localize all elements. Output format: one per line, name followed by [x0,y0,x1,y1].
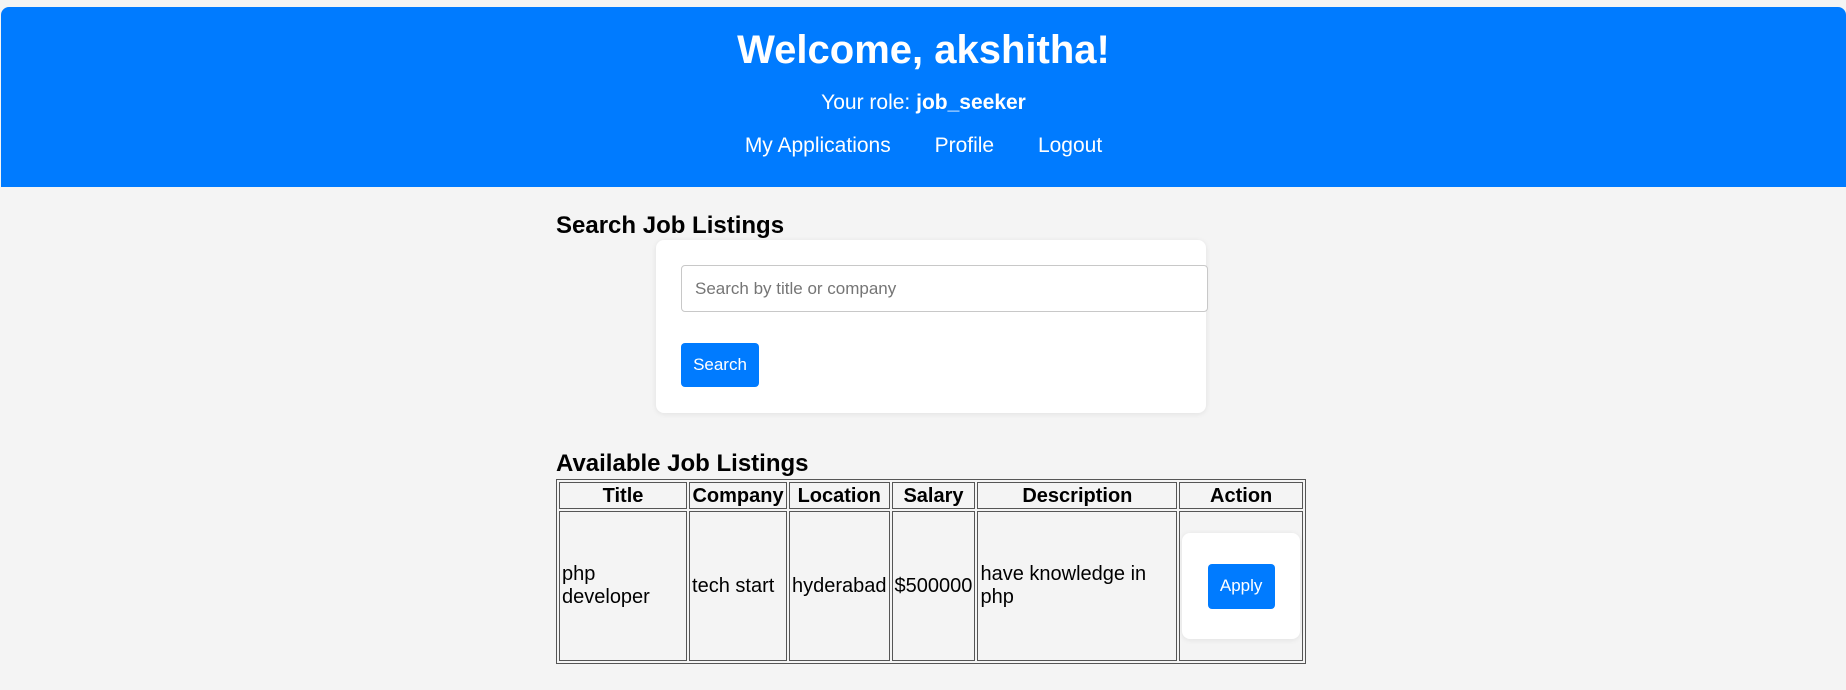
column-header-salary: Salary [891,482,976,509]
main-nav: My Applications Profile Logout [1,133,1846,159]
search-button[interactable]: Search [681,343,759,387]
cell-salary: $500000 [891,511,976,661]
cell-title: php developer [559,511,688,661]
cell-company: tech start [689,511,787,661]
cell-description: have knowledge in php [977,511,1178,661]
nav-logout[interactable]: Logout [1038,134,1102,157]
column-header-description: Description [977,482,1178,509]
page: Welcome, akshitha! Your role: job_seeker… [0,0,1846,690]
cell-action: Apply [1179,511,1303,661]
user-role: Your role: job_seeker [1,90,1846,116]
column-header-company: Company [689,482,787,509]
apply-button[interactable]: Apply [1207,563,1275,609]
nav-profile[interactable]: Profile [935,134,995,157]
role-label: Your role: [821,91,911,114]
column-header-title: Title [559,482,688,509]
column-header-action: Action [1179,482,1303,509]
nav-my-applications[interactable]: My Applications [745,134,891,157]
apply-form: Apply [1182,533,1301,639]
welcome-header: Welcome, akshitha! Your role: job_seeker… [1,7,1846,187]
cell-location: hyderabad [788,511,890,661]
search-form: Search [656,240,1208,413]
column-header-location: Location [788,482,890,509]
role-value: job_seeker [916,91,1026,114]
table-row: php developer tech start hyderabad $5000… [559,511,1303,661]
listings-heading: Available Job Listings [556,450,809,477]
search-input[interactable] [681,265,1208,312]
search-heading: Search Job Listings [556,212,785,239]
table-header-row: Title Company Location Salary Descriptio… [559,482,1303,509]
job-listings-table: Title Company Location Salary Descriptio… [556,479,1306,664]
welcome-title: Welcome, akshitha! [737,28,1110,72]
